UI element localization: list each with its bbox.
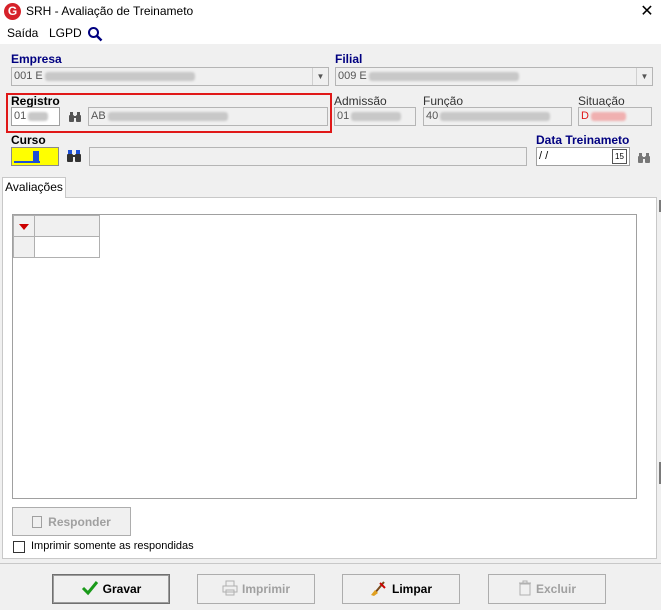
document-icon <box>32 516 43 528</box>
grid-header-cell <box>34 215 100 237</box>
close-icon[interactable]: ✕ <box>636 1 658 23</box>
limpar-button[interactable]: Limpar <box>342 574 460 604</box>
search-icon[interactable] <box>87 26 103 42</box>
row-indicator-icon <box>19 224 29 230</box>
data-treinamento-label: Data Treinameto <box>536 133 630 147</box>
calendar-icon[interactable]: 15 <box>612 149 627 164</box>
imprimir-button[interactable]: Imprimir <box>197 574 315 604</box>
trash-icon <box>518 580 531 596</box>
grid-indicator-cell[interactable] <box>13 215 35 237</box>
imprimir-label: Imprimir <box>241 582 290 596</box>
situacao-value: D <box>581 110 589 122</box>
empresa-label: Empresa <box>11 52 62 66</box>
printer-icon <box>222 580 238 596</box>
binoculars-icon[interactable] <box>637 152 651 164</box>
excluir-label: Excluir <box>535 582 577 596</box>
grid-cell[interactable] <box>34 236 100 258</box>
avaliacoes-grid[interactable] <box>12 214 637 499</box>
situacao-label: Situação <box>578 94 625 108</box>
gravar-label: Gravar <box>102 582 142 596</box>
imprimir-respondidas-checkbox[interactable] <box>13 541 25 553</box>
highlight-box <box>6 93 332 133</box>
binoculars-icon[interactable] <box>66 149 82 163</box>
responder-button[interactable]: Responder <box>12 507 131 536</box>
admissao-value: 01 <box>337 110 350 122</box>
imprimir-respondidas-label: Imprimir somente as respondidas <box>31 540 194 552</box>
chevron-down-icon[interactable]: ▼ <box>636 68 652 85</box>
eraser-icon <box>370 581 386 596</box>
funcao-label: Função <box>423 94 464 108</box>
empresa-select[interactable]: 001 E ▼ <box>11 67 329 86</box>
chevron-down-icon[interactable]: ▼ <box>312 68 328 85</box>
curso-name-field <box>89 147 527 166</box>
tab-avaliacoes[interactable]: Avaliações <box>2 177 66 198</box>
checkmark-icon <box>81 581 98 596</box>
gravar-button[interactable]: Gravar <box>52 574 170 604</box>
grid-row-header[interactable] <box>13 236 35 258</box>
filial-select[interactable]: 009 E ▼ <box>335 67 653 86</box>
responder-label: Responder <box>48 515 111 529</box>
data-treinamento-value: / / <box>539 150 549 162</box>
curso-code-field[interactable] <box>11 147 59 166</box>
filial-label: Filial <box>335 52 363 66</box>
filial-value: 009 E <box>338 70 367 82</box>
admissao-field: 01 <box>334 107 416 126</box>
data-treinamento-field[interactable]: / / 15 <box>536 147 630 166</box>
situacao-field: D <box>578 107 652 126</box>
funcao-value: 40 <box>426 110 439 122</box>
curso-label: Curso <box>11 133 46 147</box>
window-title: SRH - Avaliação de Treinameto <box>26 4 194 18</box>
app-logo-icon: G <box>4 3 21 20</box>
excluir-button[interactable]: Excluir <box>488 574 606 604</box>
admissao-label: Admissão <box>334 94 387 108</box>
menu-item-lgpd[interactable]: LGPD <box>49 26 82 40</box>
separator <box>0 563 661 564</box>
empresa-value: 001 E <box>14 70 43 82</box>
menu-item-saida[interactable]: Saída <box>7 26 38 40</box>
funcao-field: 40 <box>423 107 572 126</box>
limpar-label: Limpar <box>391 582 432 596</box>
